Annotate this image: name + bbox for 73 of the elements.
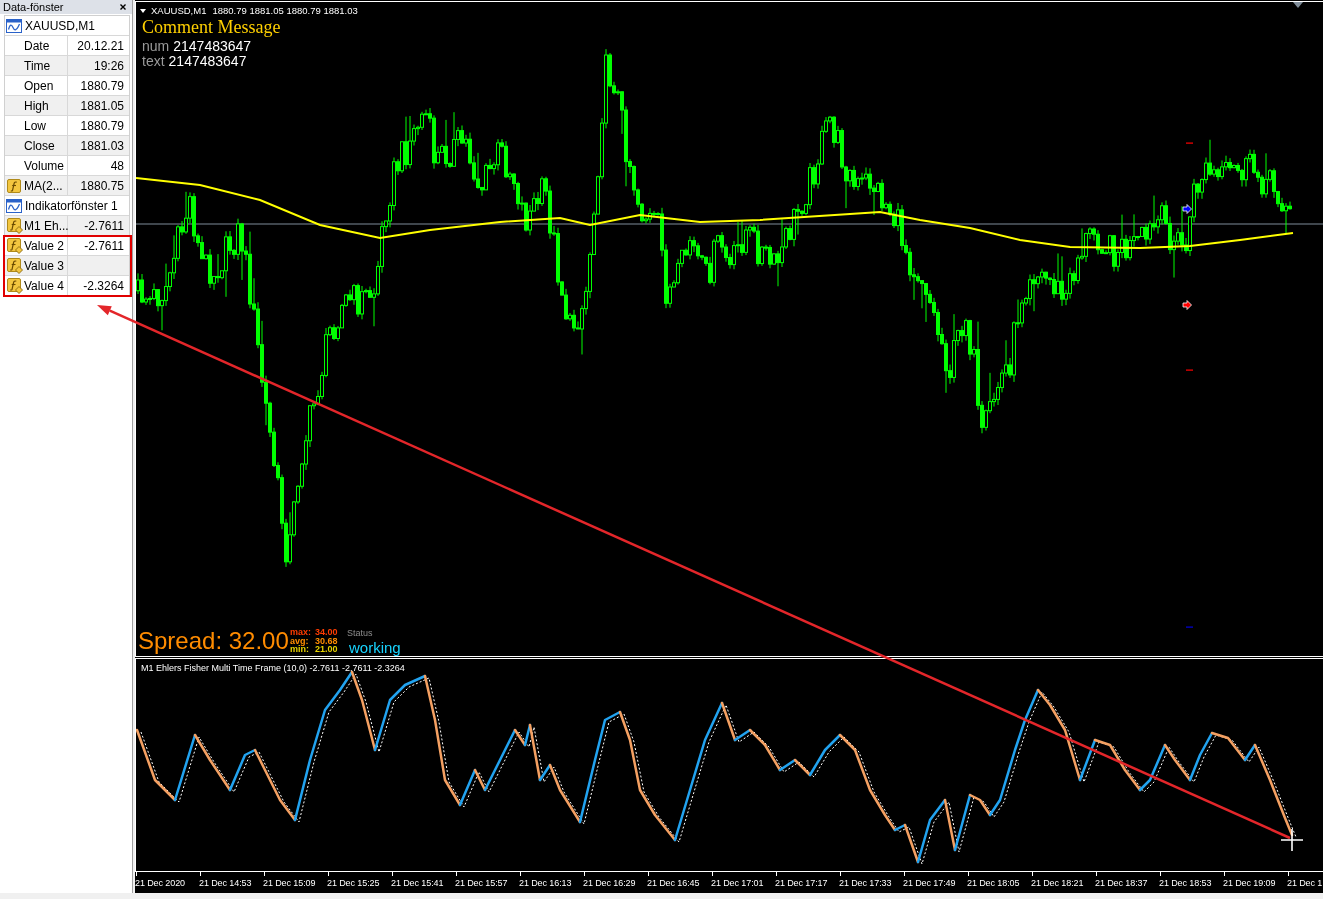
field-label: Low [24, 118, 46, 133]
arrow-marker-icon [1182, 204, 1192, 214]
field-label: Close [24, 138, 55, 153]
field-label: Date [24, 38, 50, 53]
time-label: 21 Dec 18:37 [1095, 878, 1148, 889]
ohlc-prices: 1880.79 1881.05 1880.79 1881.03 [212, 5, 358, 17]
field-value: 48 [110, 158, 124, 173]
comment-value: 2147483647 [168, 54, 247, 69]
time-label: 21 Dec 15:25 [327, 878, 380, 889]
field-value: 19:26 [93, 58, 124, 73]
time-label: 21 Dec 15:09 [263, 878, 316, 889]
field-value: 1881.05 [80, 98, 124, 113]
time-label: 21 Dec 18:21 [1031, 878, 1084, 889]
field-label: Value 4 [24, 278, 64, 293]
close-icon [120, 4, 126, 10]
spread-stat-label: avg: [290, 636, 310, 645]
status-value: working [349, 639, 401, 657]
dropdown-triangle-icon [140, 9, 146, 13]
field-label: High [24, 98, 49, 113]
function-icon [7, 178, 21, 193]
section-title: Indikatorfönster 1 [25, 198, 118, 213]
field-value: 1880.75 [80, 178, 124, 193]
dash-marker-icon [1186, 142, 1193, 144]
time-label: 21 Dec 17:17 [775, 878, 828, 889]
comment-label: text [142, 54, 165, 69]
time-label: 21 Dec 18:53 [1159, 878, 1212, 889]
spread-value: Spread: 32.00 [138, 628, 289, 654]
field-value: 1881.03 [80, 138, 124, 153]
field-value: -2.7611 [84, 238, 124, 253]
time-label: 21 Dec 16:13 [519, 878, 572, 889]
spread-stat-value: 21.00 [315, 645, 338, 654]
time-label: 21 Dec 2020 [135, 878, 185, 889]
time-label: 21 Dec 1 [1287, 878, 1323, 889]
time-label: 21 Dec 17:01 [711, 878, 764, 889]
field-value: 1880.79 [80, 118, 124, 133]
time-label: 21 Dec 17:33 [839, 878, 892, 889]
chart-symbol: XAUUSD,M1 [151, 5, 207, 17]
field-label: M1 Eh... [24, 218, 69, 233]
comment-label: num [142, 39, 170, 54]
shift-marker-icon [1293, 2, 1303, 8]
close-button[interactable] [119, 3, 127, 11]
section-title: XAUUSD,M1 [25, 18, 95, 33]
arrow-marker-icon [1182, 300, 1192, 310]
time-label: 21 Dec 18:05 [967, 878, 1020, 889]
time-label: 21 Dec 15:41 [391, 878, 444, 889]
spread-stat-value: 30.68 [315, 636, 338, 645]
dash-marker-icon [1186, 626, 1193, 628]
time-label: 21 Dec 16:29 [583, 878, 636, 889]
spread-stat-label: min: [290, 645, 310, 654]
spread-stat-label: max: [290, 628, 312, 637]
time-label: 21 Dec 16:45 [647, 878, 700, 889]
time-label: 21 Dec 17:49 [903, 878, 956, 889]
panel-title: Data-fönster [3, 0, 64, 14]
field-label: Value 2 [24, 238, 64, 253]
time-label: 21 Dec 14:53 [199, 878, 252, 889]
field-label: Time [24, 58, 51, 73]
field-value: -2.3264 [83, 278, 124, 293]
crosshair-cursor-icon [1280, 828, 1304, 852]
spread-stat-value: 34.00 [315, 628, 338, 637]
field-value: -2.7611 [84, 218, 124, 233]
field-value: 1880.79 [80, 78, 124, 93]
dash-marker-icon [1186, 369, 1193, 371]
time-label: 21 Dec 19:09 [1223, 878, 1276, 889]
field-value: 20.12.21 [77, 38, 124, 53]
status-label: Status [347, 628, 373, 639]
comment-title: Comment Message [142, 17, 281, 37]
indicator-title: M1 Ehlers Fisher Multi Time Frame (10,0) -2.7611 -2.7611 -2.3264 [141, 663, 405, 674]
time-label: 21 Dec 15:57 [455, 878, 508, 889]
field-label: Volume [24, 158, 65, 173]
field-label: Open [24, 78, 54, 93]
field-label: MA(2... [24, 178, 63, 193]
comment-value: 2147483647 [173, 39, 252, 54]
field-label: Value 3 [24, 258, 64, 273]
